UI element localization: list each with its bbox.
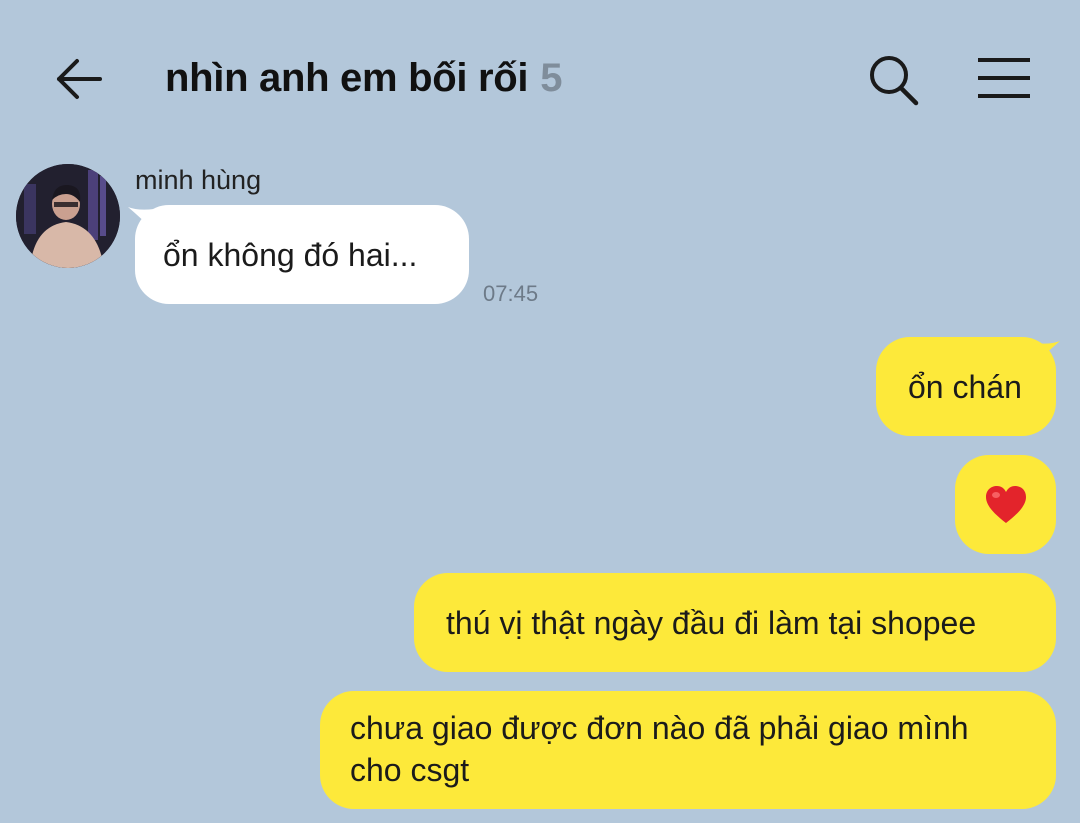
- outgoing-message-bubble[interactable]: thú vị thật ngày đầu đi làm tại shopee: [414, 573, 1056, 672]
- member-count: 5: [540, 56, 563, 100]
- menu-button[interactable]: [970, 50, 1038, 112]
- incoming-message-bubble[interactable]: ổn không đó hai...: [135, 205, 469, 304]
- message-text: thú vị thật ngày đầu đi làm tại shopee: [446, 604, 977, 641]
- heart-icon: [985, 485, 1026, 523]
- message-text: ổn không đó hai...: [163, 236, 418, 273]
- search-icon: [870, 56, 919, 106]
- message-text: chưa giao được đơn nào đã phải giao mình…: [350, 710, 969, 788]
- heart-emoji: ❤️: [985, 485, 1027, 525]
- sender-avatar[interactable]: [16, 164, 120, 268]
- chat-screen: nhìn anh em bối rối 5 minh hùng ổn không…: [0, 0, 1080, 823]
- avatar-photo: [16, 164, 120, 268]
- outgoing-message-bubble[interactable]: ❤️: [955, 455, 1056, 554]
- chat-title: nhìn anh em bối rối: [165, 56, 529, 100]
- outgoing-message-bubble[interactable]: ổn chán: [876, 337, 1056, 436]
- sender-name: minh hùng: [135, 165, 262, 195]
- hamburger-menu-icon: [978, 58, 1030, 98]
- message-text: ổn chán: [908, 368, 1022, 405]
- chat-header: nhìn anh em bối rối 5: [0, 0, 1080, 150]
- chat-title-group[interactable]: nhìn anh em bối rối 5: [165, 56, 562, 106]
- search-button[interactable]: [862, 50, 924, 112]
- message-time: 07:45: [483, 281, 539, 306]
- back-button[interactable]: [50, 50, 110, 110]
- outgoing-message-bubble[interactable]: chưa giao được đơn nào đã phải giao mình…: [320, 691, 1056, 809]
- arrow-left-icon: [57, 59, 102, 99]
